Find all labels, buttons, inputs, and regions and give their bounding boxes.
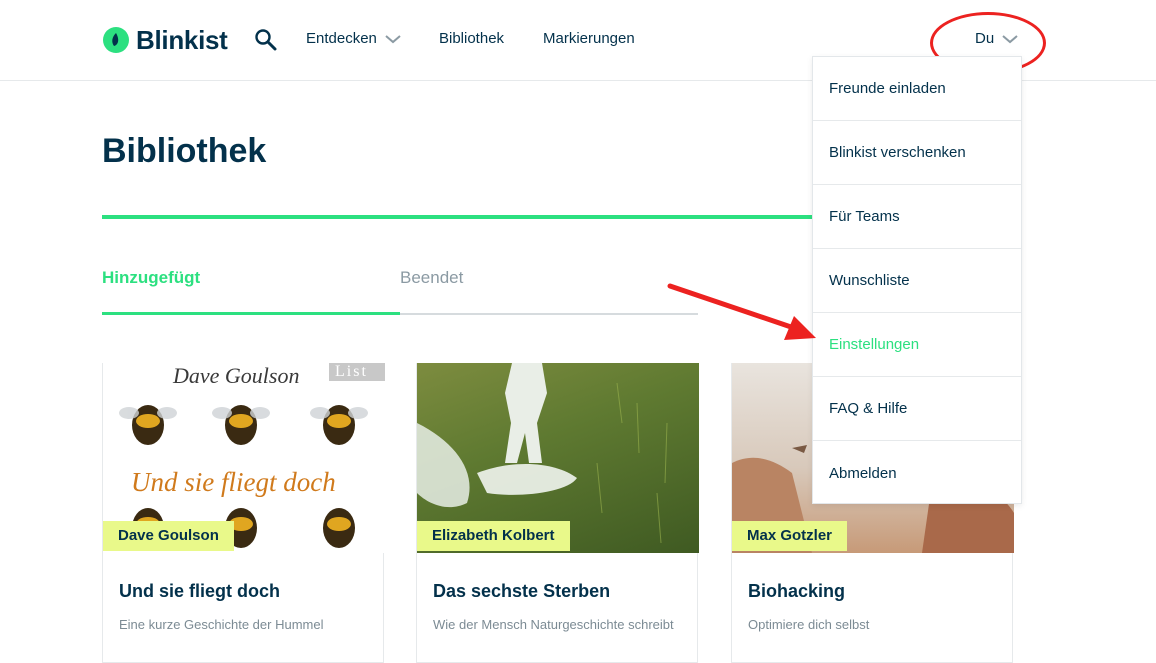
author-tag: Dave Goulson (103, 521, 234, 551)
user-dropdown-menu: Freunde einladen Blinkist verschenken Fü… (812, 56, 1022, 504)
menu-item-teams[interactable]: Für Teams (813, 185, 1021, 249)
title-underline (102, 215, 814, 219)
book-card[interactable]: Dave Goulson List Und sie fliegt doch Da… (102, 363, 385, 663)
cover-title: Und sie fliegt doch (131, 467, 336, 497)
search-icon[interactable] (254, 28, 278, 52)
brand-name: Blinkist (136, 24, 228, 55)
blinkist-leaf-icon (103, 27, 129, 53)
tab-added[interactable]: Hinzugefügt (102, 268, 200, 288)
annotation-arrow (667, 283, 816, 340)
menu-item-gift-blinkist[interactable]: Blinkist verschenken (813, 121, 1021, 185)
menu-item-invite-friends[interactable]: Freunde einladen (813, 57, 1021, 121)
nav-discover-label: Entdecken (306, 30, 377, 47)
menu-item-settings[interactable]: Einstellungen (813, 313, 1021, 377)
nav-library[interactable]: Bibliothek (439, 30, 504, 47)
author-tag: Max Gotzler (732, 521, 848, 551)
card-title: Das sechste Sterben (433, 581, 611, 601)
tab-active-indicator (102, 312, 400, 315)
nav-library-label: Bibliothek (439, 30, 505, 47)
cover-publisher: List (335, 363, 368, 380)
card-subtitle: Optimiere dich selbst (748, 617, 870, 632)
nav-highlights-label: Markierungen (543, 30, 635, 47)
card-title: Und sie fliegt doch (119, 581, 281, 601)
nav-discover[interactable]: Entdecken (306, 30, 401, 47)
blinkist-logo[interactable]: Blinkist (102, 24, 228, 56)
chevron-down-icon (385, 34, 401, 43)
book-card[interactable]: Elizabeth Kolbert Das sechste Sterben Wi… (416, 363, 699, 663)
menu-item-faq-help[interactable]: FAQ & Hilfe (813, 377, 1021, 441)
menu-item-logout[interactable]: Abmelden (813, 441, 1021, 505)
card-subtitle: Eine kurze Geschichte der Hummel (119, 617, 324, 632)
nav-highlights[interactable]: Markierungen (543, 30, 635, 47)
menu-item-wishlist[interactable]: Wunschliste (813, 249, 1021, 313)
tab-finished[interactable]: Beendet (400, 268, 463, 288)
cover-author: Dave Goulson (173, 363, 300, 388)
card-subtitle: Wie der Mensch Naturgeschichte schreibt (433, 617, 674, 632)
author-tag: Elizabeth Kolbert (417, 521, 570, 551)
card-title: Biohacking (748, 581, 846, 601)
page-title: Bibliothek (102, 132, 267, 170)
